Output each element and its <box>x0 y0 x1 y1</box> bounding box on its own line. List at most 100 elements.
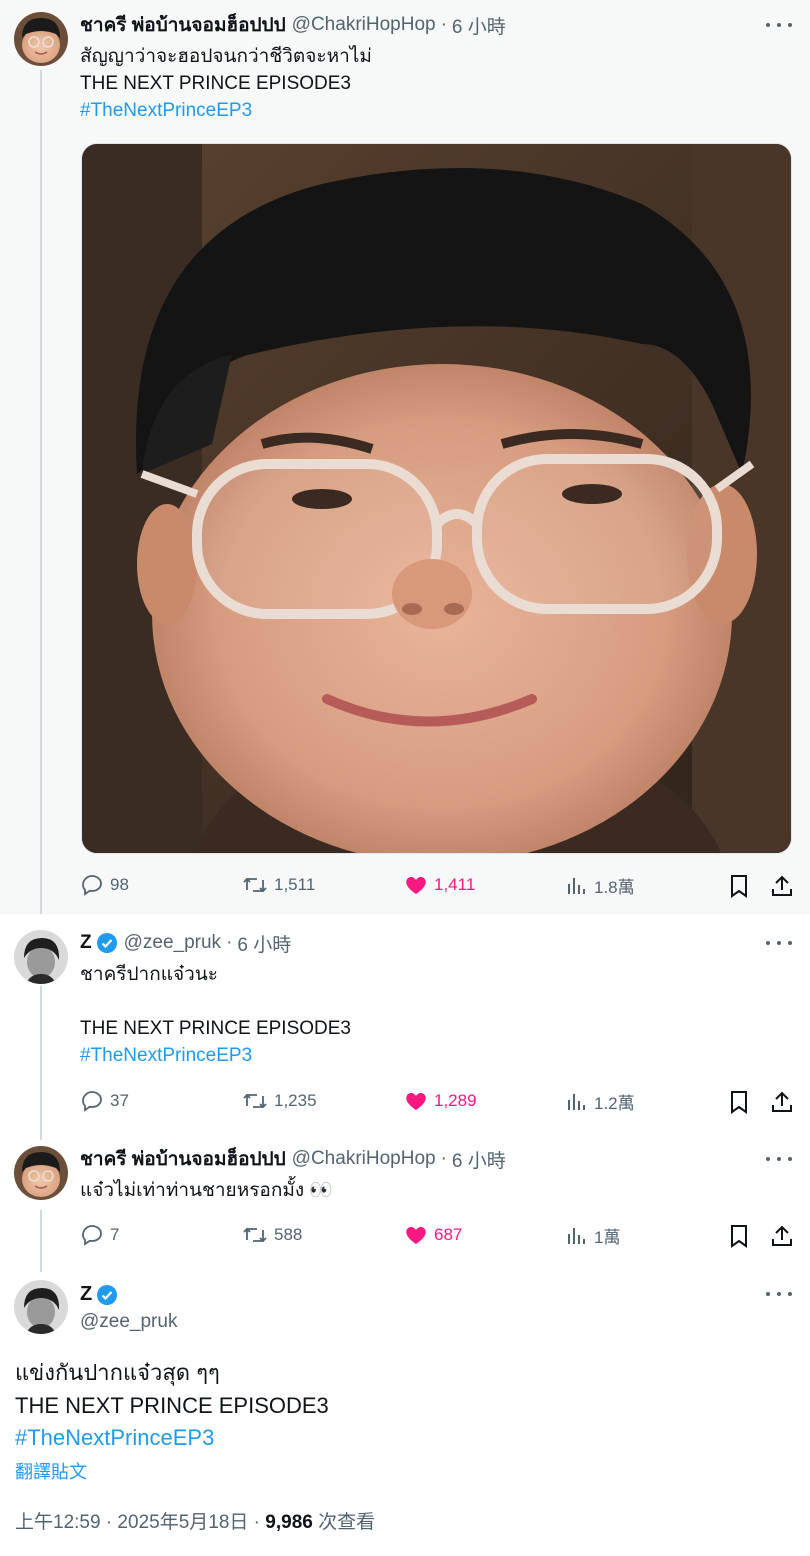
reply-count: 98 <box>110 875 129 894</box>
reply-icon <box>82 875 102 896</box>
verified-icon <box>96 933 117 953</box>
separator-dot: · <box>226 932 233 953</box>
reply-icon <box>82 1091 102 1112</box>
tweet-time[interactable]: 6 小時 <box>452 1146 506 1173</box>
tweet-line: THE NEXT PRINCE EPISODE3 <box>15 1392 329 1418</box>
reply-button[interactable]: 7 <box>80 1220 119 1250</box>
share-icon[interactable] <box>770 1090 794 1119</box>
heart-icon <box>406 1227 426 1244</box>
heart-icon <box>406 877 426 894</box>
like-count: 1,289 <box>434 1091 477 1110</box>
author-name[interactable]: Z <box>80 1283 92 1306</box>
tweet-actions: 7 588 687 1萬 <box>80 1220 794 1250</box>
repost-count: 588 <box>274 1225 303 1244</box>
views-button[interactable]: 1.2萬 <box>566 1086 635 1116</box>
views-count: 1.2萬 <box>594 1093 635 1113</box>
repost-icon <box>243 1227 267 1243</box>
avatar[interactable] <box>14 1280 68 1334</box>
hashtag-link[interactable]: #TheNextPrinceEP3 <box>80 1042 351 1069</box>
heart-icon <box>406 1093 426 1110</box>
bookmark-icon[interactable] <box>728 874 750 903</box>
thread-line <box>40 70 42 914</box>
hashtag-link[interactable]: #TheNextPrinceEP3 <box>80 97 372 124</box>
tweet-text: สัญญาว่าจะฮอปจนกว่าชีวิตจะหาไม่ THE NEXT… <box>80 43 372 124</box>
author-handle[interactable]: @zee_pruk <box>124 932 221 954</box>
tweet-line: สัญญาว่าจะฮอปจนกว่าชีวิตจะหาไม่ <box>80 46 372 67</box>
repost-count: 1,511 <box>274 875 316 894</box>
tweet-photo[interactable] <box>81 143 792 854</box>
views-icon <box>568 1094 585 1110</box>
like-count: 1,411 <box>434 875 476 894</box>
tweet-time[interactable]: 6 小時 <box>237 930 291 957</box>
tweet-header: ชาครี พ่อบ้านจอมฮ็อปปป @ChakriHopHop · 6… <box>80 1146 506 1172</box>
tweet-text: ชาครีปากแจ๋วนะ THE NEXT PRINCE EPISODE3 … <box>80 961 351 1069</box>
tweet-meta: 上午12:59 · 2025年5月18日 · 9,986 次查看 <box>15 1507 375 1534</box>
avatar[interactable] <box>14 12 68 66</box>
repost-button[interactable]: 588 <box>242 1220 302 1250</box>
main-tweet-text: แข่งกันปากแจ๋วสุด ๆๆ THE NEXT PRINCE EPI… <box>15 1357 329 1455</box>
like-count: 687 <box>434 1225 463 1244</box>
tweet-line: THE NEXT PRINCE EPISODE3 <box>80 1018 351 1039</box>
translate-link[interactable]: 翻譯貼文 <box>15 1458 87 1484</box>
avatar[interactable] <box>14 930 68 984</box>
more-icon[interactable] <box>766 1149 792 1169</box>
author-handle[interactable]: @ChakriHopHop <box>292 1148 436 1170</box>
tweet-actions: 37 1,235 1,289 1.2萬 <box>80 1086 794 1116</box>
more-icon[interactable] <box>766 15 792 35</box>
avatar[interactable] <box>14 1146 68 1200</box>
bookmark-icon[interactable] <box>728 1090 750 1119</box>
tweet-line <box>80 988 351 1015</box>
tweet-header: Z @zee_pruk · 6 小時 <box>80 930 291 956</box>
repost-icon <box>243 877 267 893</box>
repost-count: 1,235 <box>274 1091 317 1110</box>
repost-button[interactable]: 1,511 <box>242 870 315 900</box>
main-author-name[interactable]: Z <box>80 1283 118 1306</box>
view-count: 9,986 <box>265 1512 313 1533</box>
tweet-1[interactable]: ชาครี พ่อบ้านจอมฮ็อปปป @ChakriHopHop · 6… <box>0 0 810 914</box>
author-name[interactable]: Z <box>80 932 92 954</box>
tweet-time[interactable]: 6 小時 <box>452 12 506 39</box>
tweet-actions: 98 1,511 1,411 1.8萬 <box>80 870 794 900</box>
author-name[interactable]: ชาครี พ่อบ้านจอมฮ็อปปป <box>80 1144 286 1174</box>
repost-icon <box>243 1093 267 1109</box>
reply-button[interactable]: 37 <box>80 1086 129 1116</box>
tweet-2[interactable]: Z @zee_pruk · 6 小時 ชาครีปากแจ๋วนะ THE NE… <box>0 914 810 1140</box>
like-button[interactable]: 1,411 <box>404 870 475 900</box>
separator-dot: · <box>440 1148 447 1169</box>
tweet-line: THE NEXT PRINCE EPISODE3 <box>80 73 351 94</box>
reply-count: 37 <box>110 1091 129 1110</box>
tweet-header: ชาครี พ่อบ้านจอมฮ็อปปป @ChakriHopHop · 6… <box>80 12 506 38</box>
more-icon[interactable] <box>766 1284 792 1304</box>
author-handle[interactable]: @ChakriHopHop <box>292 14 436 36</box>
separator-dot: · <box>440 14 447 35</box>
views-icon <box>568 1228 585 1244</box>
thread-line <box>40 1210 42 1272</box>
views-button[interactable]: 1萬 <box>566 1220 620 1250</box>
timestamp[interactable]: 上午12:59 · 2025年5月18日 · <box>15 1512 265 1533</box>
tweet-3[interactable]: ชาครี พ่อบ้านจอมฮ็อปปป @ChakriHopHop · 6… <box>0 1140 810 1272</box>
reply-count: 7 <box>110 1225 120 1244</box>
reply-button[interactable]: 98 <box>80 870 129 900</box>
like-button[interactable]: 1,289 <box>404 1086 477 1116</box>
verified-icon <box>97 1284 118 1305</box>
main-author-handle[interactable]: @zee_pruk <box>80 1311 177 1333</box>
reply-icon <box>82 1225 102 1246</box>
more-icon[interactable] <box>766 933 792 953</box>
thread-line <box>40 986 42 1140</box>
hashtag-link[interactable]: #TheNextPrinceEP3 <box>15 1422 329 1455</box>
author-name[interactable]: ชาครี พ่อบ้านจอมฮ็อปปป <box>80 10 286 40</box>
repost-button[interactable]: 1,235 <box>242 1086 317 1116</box>
tweet-text: แจ๋วไม่เท่าท่านชายหรอกมั้ง 👀 <box>80 1177 333 1204</box>
tweet-line: แข่งกันปากแจ๋วสุด ๆๆ <box>15 1360 220 1385</box>
tweet-line: แจ๋วไม่เท่าท่านชายหรอกมั้ง 👀 <box>80 1180 334 1201</box>
views-button[interactable]: 1.8萬 <box>566 870 635 900</box>
share-icon[interactable] <box>770 874 794 903</box>
view-label: 次查看 <box>312 1512 376 1533</box>
views-count: 1.8萬 <box>594 877 635 897</box>
share-icon[interactable] <box>770 1224 794 1253</box>
views-icon <box>568 878 585 894</box>
bookmark-icon[interactable] <box>728 1224 750 1253</box>
tweet-line: ชาครีปากแจ๋วนะ <box>80 964 218 985</box>
like-button[interactable]: 687 <box>404 1220 462 1250</box>
views-count: 1萬 <box>594 1227 621 1247</box>
